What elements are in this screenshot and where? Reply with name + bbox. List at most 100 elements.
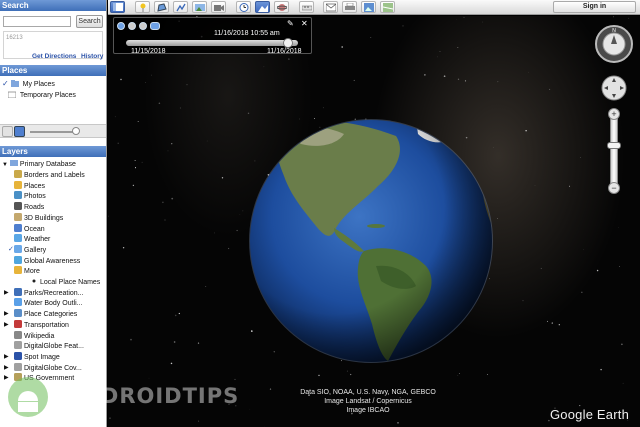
star: [130, 338, 132, 341]
layer-item[interactable]: ▶ DigitalGlobe Cov...: [4, 362, 82, 373]
polygon-button[interactable]: [154, 1, 169, 13]
historical-imagery-button[interactable]: [236, 1, 251, 13]
search-button[interactable]: Search: [76, 15, 103, 28]
layer-item[interactable]: More: [14, 266, 40, 276]
folder-icon: [8, 91, 16, 98]
layer-item[interactable]: ▶ Parks/Recreation...: [4, 287, 84, 298]
email-button[interactable]: [323, 1, 338, 13]
wrench-icon[interactable]: ✎: [287, 19, 294, 28]
expand-arrow-icon[interactable]: ▶: [4, 363, 9, 373]
layer-icon: [14, 202, 22, 211]
star: [170, 362, 173, 365]
places-item-temporary[interactable]: Temporary Places: [8, 90, 76, 100]
opacity-slider-handle[interactable]: [72, 127, 80, 135]
sign-in-button[interactable]: Sign in: [553, 1, 636, 13]
layer-item[interactable]: Wikipedia: [14, 330, 55, 341]
star: [239, 214, 241, 215]
camera-icon[interactable]: [150, 22, 160, 30]
star: [236, 229, 238, 232]
overlay-button[interactable]: [192, 1, 207, 13]
time-slider-handle[interactable]: [283, 38, 294, 48]
layer-item[interactable]: Places: [14, 180, 46, 191]
layer-icon: [14, 255, 22, 264]
star: [622, 382, 624, 384]
search-panel-header[interactable]: Search: [0, 0, 106, 11]
layer-label: Places: [24, 182, 46, 190]
layer-item[interactable]: ▶ Spot Image: [4, 351, 60, 362]
opacity-slider[interactable]: [30, 131, 78, 133]
search-input[interactable]: [3, 16, 71, 27]
save-image-button[interactable]: [361, 1, 376, 13]
star: [263, 66, 265, 68]
placemark-button[interactable]: [135, 1, 150, 13]
layer-item[interactable]: ✓ Gallery: [8, 244, 46, 255]
star: [197, 342, 200, 344]
zoom-in-time-icon[interactable]: [128, 22, 136, 30]
layer-item[interactable]: Weather: [14, 234, 50, 244]
layer-item[interactable]: ▶ Transportation: [4, 319, 69, 330]
places-panel-header[interactable]: Places: [0, 65, 106, 76]
layer-item[interactable]: DigitalGlobe Feat...: [14, 341, 84, 351]
checkmark-icon[interactable]: ✓: [2, 79, 9, 88]
earth-view[interactable]: ✎ ✕ 11/16/2018 10:55 am 11/15/2018 11/16…: [108, 16, 640, 427]
sunlight-button[interactable]: [255, 1, 270, 13]
layer-primary-database[interactable]: ▼ Primary Database: [2, 159, 76, 169]
layer-label: Borders and Labels: [24, 172, 85, 179]
layer-item[interactable]: ▶ Place Categories: [4, 309, 78, 319]
zoom-out-button[interactable]: −: [608, 182, 620, 194]
layer-label: Place Categories: [24, 311, 78, 319]
sidebar-toggle-button[interactable]: [14, 126, 25, 137]
ruler-button[interactable]: [299, 1, 314, 13]
layer-item[interactable]: Local Place Names: [30, 277, 100, 287]
layers-panel-header[interactable]: Layers: [0, 146, 106, 157]
view-in-maps-button[interactable]: [380, 1, 395, 13]
layer-item[interactable]: Photos: [14, 191, 46, 201]
star: [458, 373, 460, 374]
star: [497, 81, 499, 83]
sidebar-icon: [113, 3, 123, 11]
checkmark-icon[interactable]: ✓: [8, 245, 14, 255]
expand-arrow-icon[interactable]: ▶: [4, 288, 9, 298]
layer-item[interactable]: 3D Buildings: [14, 212, 63, 223]
star: [546, 320, 549, 322]
expand-arrow-icon[interactable]: ▶: [4, 352, 9, 362]
star: [171, 143, 173, 145]
places-item-my-places[interactable]: ✓ My Places: [2, 79, 55, 89]
star: [227, 247, 230, 250]
folder-icon: [10, 80, 19, 87]
layer-item[interactable]: Global Awareness: [14, 255, 80, 266]
layer-item[interactable]: Borders and Labels: [14, 170, 85, 180]
print-button[interactable]: [342, 1, 357, 13]
time-current-label: 11/16/2018 10:55 am: [214, 30, 280, 37]
pan-control[interactable]: [600, 74, 628, 102]
layer-item[interactable]: Roads: [14, 202, 44, 212]
globe-icon[interactable]: [117, 22, 125, 30]
expand-arrow-icon[interactable]: ▶: [4, 309, 9, 319]
star: [497, 217, 498, 219]
layer-label: Wikipedia: [24, 332, 55, 340]
layer-icon: [14, 180, 22, 189]
layer-item[interactable]: Water Body Outli...: [14, 298, 82, 308]
time-slider-track[interactable]: [126, 40, 298, 46]
star: [443, 75, 446, 78]
star: [525, 130, 527, 132]
expand-arrow-icon[interactable]: ▶: [4, 320, 9, 330]
layer-item[interactable]: Ocean: [14, 223, 45, 234]
path-button[interactable]: [173, 1, 188, 13]
planets-button[interactable]: [274, 1, 289, 13]
close-icon[interactable]: ✕: [301, 19, 308, 28]
layer-label: Ocean: [24, 225, 45, 233]
look-compass[interactable]: N: [594, 24, 634, 64]
earth-globe[interactable]: [246, 116, 496, 366]
add-placemark-button[interactable]: [2, 126, 13, 137]
star: [583, 249, 584, 250]
zoom-slider-handle[interactable]: [607, 142, 621, 149]
expand-arrow-icon[interactable]: ▼: [2, 162, 8, 168]
zoom-in-button[interactable]: +: [608, 108, 620, 120]
zoom-slider[interactable]: [610, 112, 618, 190]
record-tour-button[interactable]: [211, 1, 226, 13]
get-directions-link[interactable]: Get Directions: [32, 53, 76, 60]
zoom-out-time-icon[interactable]: [139, 22, 147, 30]
sidebar-button[interactable]: [110, 1, 125, 13]
history-link[interactable]: History: [81, 53, 103, 60]
